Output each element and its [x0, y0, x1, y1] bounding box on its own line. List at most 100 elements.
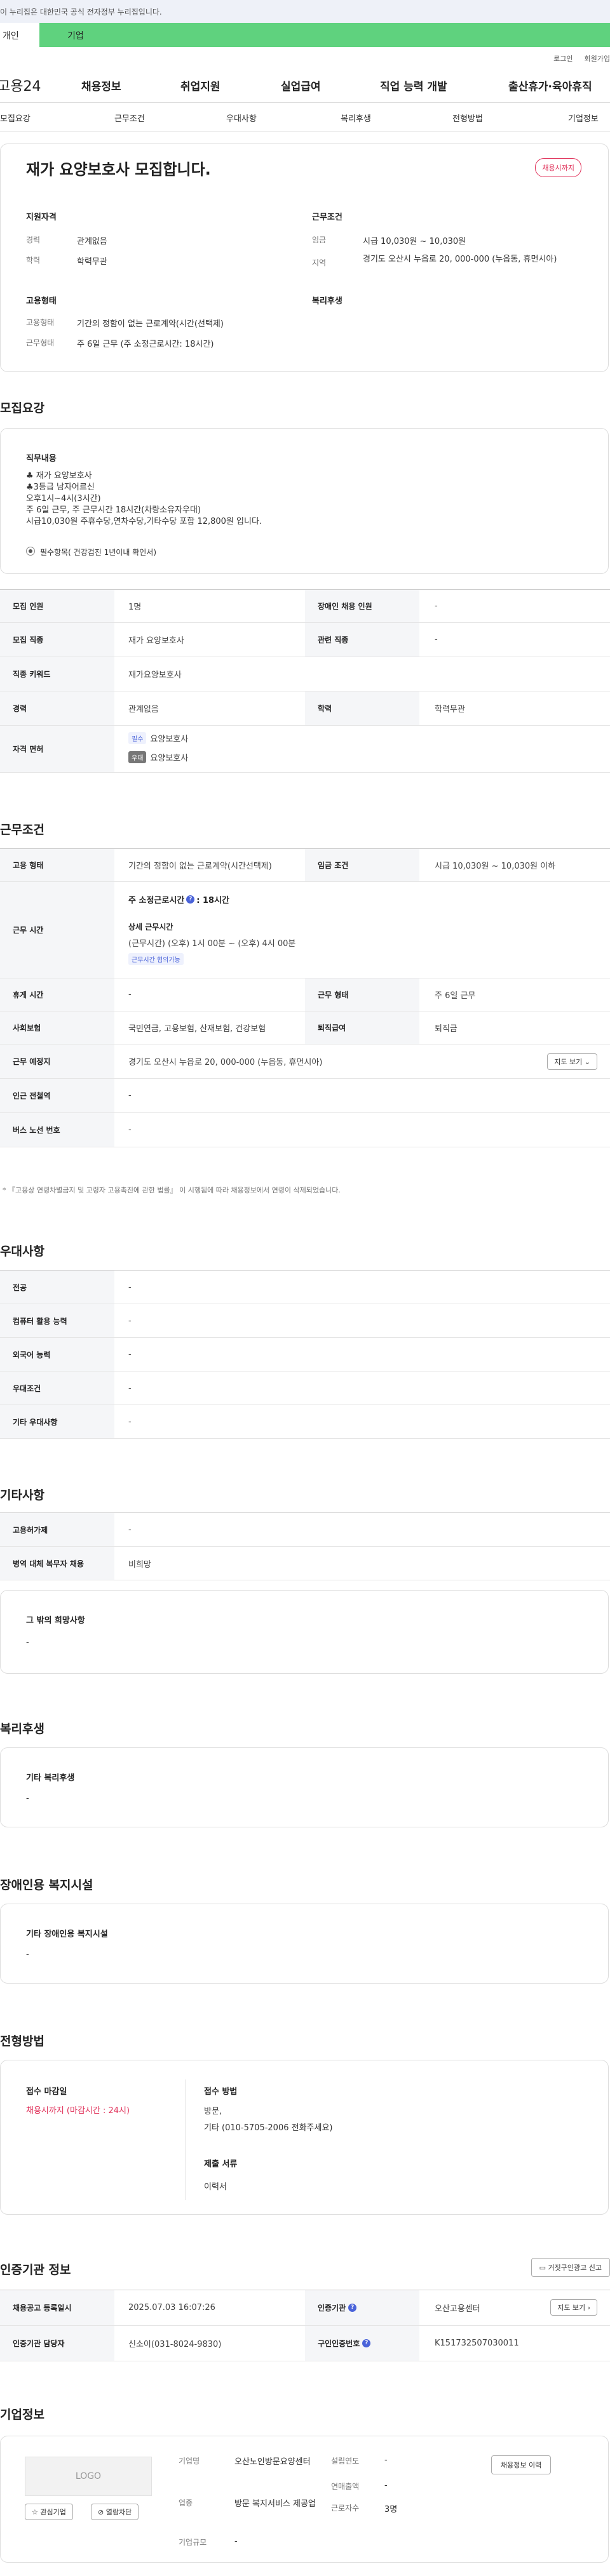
table-row: 우대조건 - [0, 1371, 610, 1405]
other-wish-card: 그 밖의 희망사항 - [0, 1590, 609, 1674]
other-pref-label: 기타 우대사항 [0, 1405, 114, 1438]
career-label: 경력 [26, 236, 41, 244]
utility-menu: 로그인 회원가입 [0, 47, 610, 65]
table-row: 휴게 시간 - 근무 형태 주 6일 근무 [0, 978, 610, 1011]
docs-title: 제출 서류 [204, 2159, 238, 2169]
table-row: 직종 키워드 재가요양보호사 [0, 657, 610, 691]
report-fake-ad-button[interactable]: ▭ 거짓구인광고 신고 [531, 2258, 610, 2277]
cert-map-button[interactable]: 지도 보기 › [550, 2299, 597, 2316]
sales-value: - [384, 2481, 388, 2490]
wage-label: 임금 [312, 236, 327, 244]
break-label: 휴게 시간 [0, 978, 114, 1011]
age-notice: * 『고용상 연령차별금지 및 고령자 고용촉진에 관한 법률』 이 시행됨에 … [3, 1186, 341, 1194]
work-form-value: 주 6일 근무 (주 소정근로시간: 18시간) [77, 340, 214, 349]
table-row: 고용 형태 기간의 정함이 없는 근로계약(시간선택제) 임금 조건 시급 10… [0, 849, 610, 882]
table-row: 버스 노선 번호 - [0, 1113, 610, 1147]
detail-hours-title: 상세 근무시간 [128, 923, 173, 931]
snb-workcond[interactable]: 근무조건 [114, 112, 145, 124]
tab-company[interactable]: 기업 [39, 23, 610, 47]
table-row: 근무 시간 주 소정근로시간?: 18시간 상세 근무시간 (근무시간) (오후… [0, 882, 610, 978]
work-form-row-value: 주 6일 근무 [435, 991, 476, 1001]
etc-section-title: 기타사항 [0, 1488, 44, 1502]
divider [185, 2079, 186, 2200]
info-icon[interactable]: ? [362, 2339, 371, 2347]
favorite-company-button[interactable]: ☆ 관심기업 [25, 2504, 73, 2520]
duty-card: 직무내용 ♣ 재가 요양보호사 ♣3등급 남자어르신 오후1시~4시(3시간) … [0, 428, 609, 574]
emp-type-row-value: 기간의 정함이 없는 근로계약(시간선택제) [128, 862, 272, 871]
gnb-employment-support[interactable]: 취업지원 [180, 77, 220, 93]
edu-row-label: 학력 [305, 691, 419, 725]
pref-table: 전공 - 컴퓨터 활용 능력 - 외국어 능력 - 우대조건 - 기타 우대사항 - [0, 1270, 610, 1439]
headcount-value: 1명 [128, 603, 142, 612]
company-size-value: - [234, 2537, 238, 2546]
table-row: 경력 관계없음 학력 학력무관 [0, 691, 610, 726]
docs-value: 이력서 [204, 2182, 227, 2192]
tab-personal[interactable]: 개인 [0, 23, 39, 47]
reg-date-value: 2025.07.03 16:07:26 [128, 2303, 215, 2312]
other-pref-value: - [128, 1417, 132, 1427]
global-nav: 고용24 채용정보 취업지원 실업급여 직업 능력 개발 출산휴가·육아휴직 [0, 65, 610, 103]
edu-label: 학력 [26, 256, 41, 265]
edu-row-value: 학력무관 [435, 705, 465, 714]
info-icon[interactable]: ? [186, 895, 195, 904]
gnb-unemployment-benefit[interactable]: 실업급여 [281, 77, 321, 93]
subway-value: - [128, 1091, 132, 1100]
area-label: 지역 [312, 258, 327, 267]
login-link[interactable]: 로그인 [553, 55, 573, 63]
insurance-value: 국민연금, 고용보험, 산재보험, 건강보험 [128, 1024, 266, 1034]
table-row: 채용공고 등록일시 2025.07.03 16:07:26 인증기관? 오산고용… [0, 2290, 610, 2326]
cert-manager-value: 신소이(031-8024-9830) [128, 2340, 222, 2349]
disab-card: 기타 장애인용 복지시설 - [0, 1904, 609, 1984]
gnb-parental-leave[interactable]: 출산휴가·육아휴직 [508, 77, 592, 93]
etc-table: 고용허가제 - 병역 대체 복무자 채용 비희망 [0, 1512, 610, 1580]
health-check-radio[interactable] [26, 547, 35, 556]
user-type-tabs: 개인 기업 [0, 23, 610, 47]
snb-company[interactable]: 기업정보 [568, 112, 599, 124]
cert-agency-label-text: 인증기관 [318, 2304, 346, 2312]
deadline-value: 채용시까지 (마감시간 : 24시) [26, 2106, 130, 2116]
star-icon: ☆ [32, 2508, 38, 2516]
detail-hours-value: (근무시간) (오후) 1시 00분 ~ (오후) 4시 00분 [128, 939, 296, 949]
emp-type-value: 기간의 정함이 없는 근로계약(시간(선택제) [77, 319, 224, 329]
emp-title: 고용형태 [26, 297, 57, 306]
snb-selection[interactable]: 전형방법 [452, 112, 483, 124]
subway-label: 인근 전철역 [0, 1079, 114, 1112]
snb-recruit[interactable]: 모집요강 [0, 112, 30, 124]
gnb-vocational-training[interactable]: 직업 능력 개발 [380, 77, 447, 93]
cert-agency-label: 인증기관? [305, 2290, 419, 2325]
flex-hours-text: 근무시간 협의가능 [128, 953, 184, 965]
reg-date-label: 채용공고 등록일시 [0, 2290, 114, 2325]
site-logo[interactable]: 고용24 [0, 75, 41, 95]
table-row: 병역 대체 복무자 채용 비희망 [0, 1547, 610, 1580]
snb-pref[interactable]: 우대사항 [226, 112, 257, 124]
language-label: 외국어 능력 [0, 1338, 114, 1371]
industry-label: 업종 [179, 2499, 193, 2507]
cert-number-label: 구인인증번호? [305, 2326, 419, 2361]
info-icon[interactable]: ? [348, 2304, 357, 2312]
hiring-history-button[interactable]: 채용정보 이력 [491, 2455, 552, 2474]
join-link[interactable]: 회원가입 [585, 55, 610, 63]
table-row: 고용허가제 - [0, 1513, 610, 1547]
major-value: - [128, 1282, 132, 1292]
major-label: 전공 [0, 1271, 114, 1304]
employees-value: 3명 [384, 2505, 398, 2514]
license-required: 필수 요양보호사 [128, 732, 188, 744]
disabled-hire-value: - [435, 601, 438, 611]
method-title: 접수 방법 [204, 2087, 238, 2097]
company-logo-text: LOGO [75, 2471, 102, 2481]
gnb-jobs[interactable]: 채용정보 [81, 77, 121, 93]
workplace-value: 경기도 오산시 누읍로 20, 000-000 (누읍동, 휴먼시아) [128, 1058, 323, 1067]
license-preferred: 우대 요양보호사 [128, 751, 188, 763]
cert-number-value: K151732507030011 [435, 2339, 519, 2348]
edu-value: 학력무관 [77, 257, 107, 267]
block-view-button[interactable]: ⊘ 열람차단 [91, 2504, 139, 2520]
map-button[interactable]: 지도 보기 ⌄ [547, 1053, 597, 1070]
license-label: 자격 면허 [0, 726, 114, 772]
emp-type-label: 고용형태 [26, 318, 55, 327]
table-row: 모집 직종 재가 요양보호사 관련 직종 - [0, 623, 610, 657]
severance-value: 퇴직금 [435, 1024, 458, 1034]
chevron-down-icon: ⌄ [584, 1058, 590, 1066]
occupation-label: 모집 직종 [0, 623, 114, 657]
snb-benefit[interactable]: 복리후생 [341, 112, 371, 124]
recruit-section-title: 모집요강 [0, 401, 44, 415]
